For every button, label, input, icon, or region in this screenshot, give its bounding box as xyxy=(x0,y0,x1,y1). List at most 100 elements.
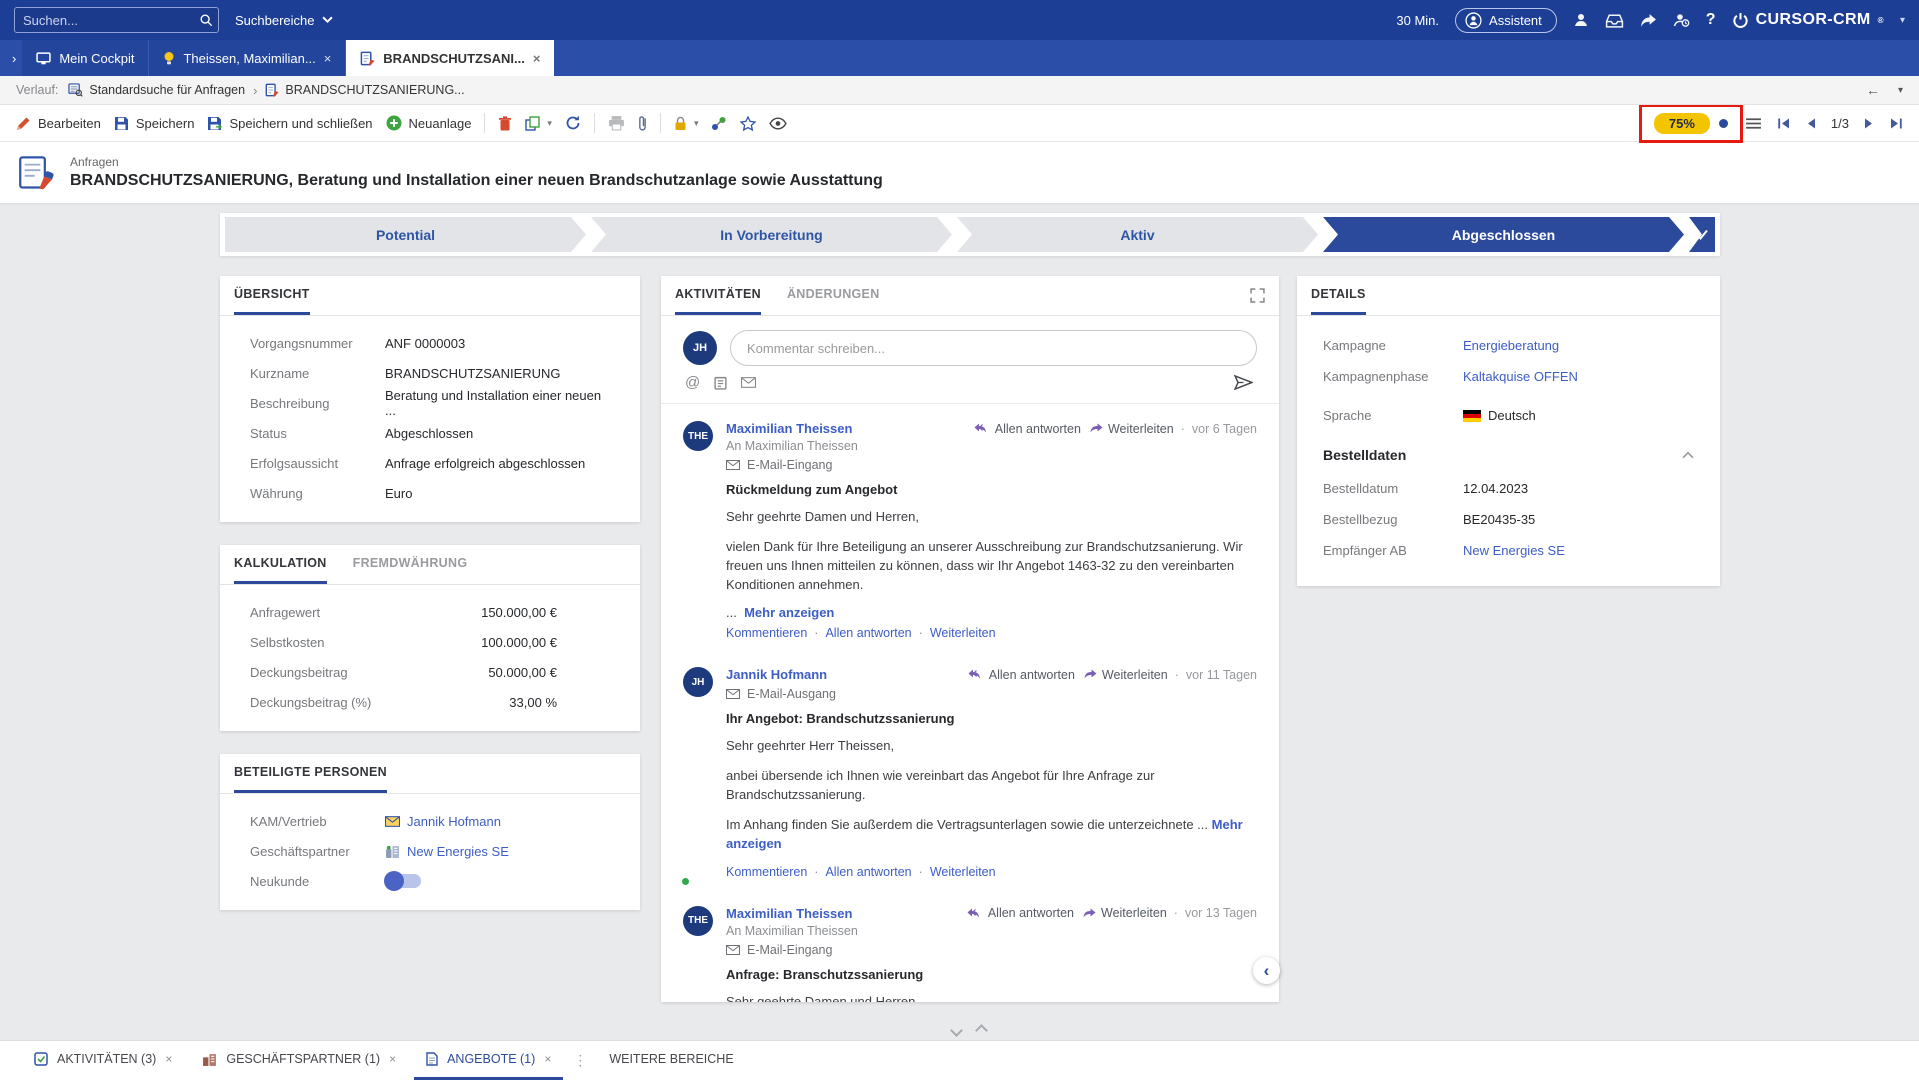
bottom-tab-aktivitaeten[interactable]: AKTIVITÄTEN (3) × xyxy=(22,1041,184,1080)
delete-icon[interactable] xyxy=(498,116,512,131)
more-sections-icon[interactable]: ⋮ xyxy=(573,1052,587,1069)
inbox-icon[interactable] xyxy=(1605,13,1624,28)
bottom-tab-weitere-bereiche[interactable]: WEITERE BEREICHE xyxy=(597,1041,745,1080)
lock-button[interactable]: ▾ xyxy=(674,116,699,131)
user-session-icon[interactable] xyxy=(1673,12,1690,28)
activity-item[interactable]: THE Maximilian Theissen Allen antworten … xyxy=(661,889,1279,1002)
speichern-und-schliessen-button[interactable]: Speichern und schließen xyxy=(207,116,372,131)
empfaenger-ab-link[interactable]: New Energies SE xyxy=(1463,543,1565,558)
lock-caret-icon[interactable]: ▾ xyxy=(694,118,699,129)
tab-scroll-icon[interactable]: › xyxy=(6,51,22,66)
breadcrumb-item-record[interactable]: BRANDSCHUTZSANIERUNG... xyxy=(265,83,464,97)
tab-theissen[interactable]: Theissen, Maximilian... × xyxy=(149,40,346,76)
send-icon[interactable] xyxy=(1234,375,1253,390)
reply-all-action[interactable]: Allen antworten xyxy=(974,422,1081,436)
last-page-icon[interactable] xyxy=(1889,117,1903,130)
forward-action[interactable]: Weiterleiten xyxy=(1081,906,1167,920)
progress-badge[interactable]: 75% xyxy=(1654,113,1710,134)
mehr-anzeigen-link[interactable]: Mehr anzeigen xyxy=(744,605,834,620)
tab-uebersicht[interactable]: ÜBERSICHT xyxy=(234,276,310,315)
stage-aktiv[interactable]: Aktiv xyxy=(957,217,1318,252)
kommentieren-link[interactable]: Kommentieren xyxy=(726,626,807,640)
speichern-button[interactable]: Speichern xyxy=(114,116,195,131)
close-icon[interactable]: × xyxy=(389,1052,396,1066)
bearbeiten-button[interactable]: Bearbeiten xyxy=(16,116,101,131)
copy-caret-icon[interactable]: ▾ xyxy=(547,118,552,129)
close-icon[interactable]: × xyxy=(533,51,541,66)
visibility-eye-icon[interactable] xyxy=(769,117,787,130)
close-icon[interactable]: × xyxy=(324,51,332,66)
kam-vertrieb-link[interactable]: Jannik Hofmann xyxy=(407,814,501,829)
business-partner-icon xyxy=(202,1053,217,1066)
allen-antworten-link[interactable]: Allen antworten xyxy=(807,865,911,879)
stage-abgeschlossen[interactable]: Abgeschlossen xyxy=(1323,217,1684,252)
splitter-down-icon[interactable] xyxy=(950,1024,963,1037)
kampagne-link[interactable]: Energieberatung xyxy=(1463,338,1559,353)
comment-input[interactable] xyxy=(730,330,1257,366)
stage-complete-check-icon[interactable] xyxy=(1689,217,1715,252)
stage-in-vorbereitung[interactable]: In Vorbereitung xyxy=(591,217,952,252)
activity-author-link[interactable]: Jannik Hofmann xyxy=(726,667,827,682)
search-areas-dropdown[interactable]: Suchbereiche xyxy=(235,13,333,28)
collapse-section-icon[interactable] xyxy=(1682,451,1694,459)
reply-all-action[interactable]: Allen antworten xyxy=(967,906,1074,920)
reply-all-action[interactable]: Allen antworten xyxy=(968,668,1075,682)
copy-button[interactable]: ▾ xyxy=(525,116,552,131)
collapse-details-button[interactable]: ‹ xyxy=(1253,957,1280,984)
allen-antworten-link[interactable]: Allen antworten xyxy=(807,626,911,640)
menu-icon[interactable] xyxy=(1745,117,1762,130)
stage-potential[interactable]: Potential xyxy=(225,217,586,252)
forward-action[interactable]: Weiterleiten xyxy=(1082,668,1168,682)
global-search[interactable] xyxy=(14,7,219,33)
kampagnenphase-link[interactable]: Kaltakquise OFFEN xyxy=(1463,369,1578,384)
activity-item[interactable]: JH Jannik Hofmann Allen antworten xyxy=(661,650,1279,888)
print-icon[interactable] xyxy=(608,115,625,131)
history-back-icon[interactable]: ← xyxy=(1866,82,1880,98)
splitter-up-icon[interactable] xyxy=(975,1024,988,1037)
weiterleiten-link[interactable]: Weiterleiten xyxy=(912,626,996,640)
tab-details[interactable]: DETAILS xyxy=(1311,276,1366,315)
task-note-icon[interactable] xyxy=(714,376,727,390)
close-icon[interactable]: × xyxy=(165,1052,172,1066)
paperclip-icon[interactable] xyxy=(638,115,647,132)
workflow-icon[interactable] xyxy=(711,116,727,131)
mention-icon[interactable]: @ xyxy=(685,374,700,391)
activity-author-link[interactable]: Maximilian Theissen xyxy=(726,421,852,436)
favorite-star-icon[interactable] xyxy=(740,116,756,131)
assistant-button[interactable]: Assistent xyxy=(1455,8,1557,33)
tab-aktivitaeten[interactable]: AKTIVITÄTEN xyxy=(675,276,761,315)
bottom-tab-geschaeftspartner[interactable]: GESCHÄFTSPARTNER (1) × xyxy=(190,1041,408,1080)
tab-aenderungen[interactable]: ÄNDERUNGEN xyxy=(787,276,880,315)
neukunde-toggle[interactable] xyxy=(385,874,421,888)
first-page-icon[interactable] xyxy=(1777,117,1791,130)
forward-action[interactable]: Weiterleiten xyxy=(1088,422,1174,436)
activity-author-link[interactable]: Maximilian Theissen xyxy=(726,906,852,921)
history-dropdown-icon[interactable]: ▾ xyxy=(1898,85,1903,96)
forward-share-icon[interactable] xyxy=(1640,13,1657,28)
expand-fullscreen-icon[interactable] xyxy=(1250,288,1265,303)
tab-kalkulation[interactable]: KALKULATION xyxy=(234,545,327,584)
prev-page-icon[interactable] xyxy=(1806,117,1816,130)
tab-fremdwaehrung[interactable]: FREMDWÄHRUNG xyxy=(353,545,468,584)
refresh-icon[interactable] xyxy=(565,115,581,131)
next-page-icon[interactable] xyxy=(1864,117,1874,130)
mail-icon[interactable] xyxy=(741,377,756,388)
search-icon[interactable] xyxy=(199,13,213,27)
brand-caret-icon[interactable]: ▾ xyxy=(1900,15,1905,26)
activity-feed[interactable]: THE Maximilian Theissen Allen antworten … xyxy=(661,404,1279,1002)
bottom-tab-angebote[interactable]: ANGEBOTE (1) × xyxy=(414,1041,563,1080)
close-icon[interactable]: × xyxy=(544,1052,551,1066)
geschaeftspartner-link[interactable]: New Energies SE xyxy=(407,844,509,859)
field-value: 12.04.2023 xyxy=(1463,481,1528,496)
user-icon[interactable] xyxy=(1573,12,1589,28)
search-input[interactable] xyxy=(23,13,199,28)
tab-mein-cockpit[interactable]: Mein Cockpit xyxy=(22,40,149,76)
kommentieren-link[interactable]: Kommentieren xyxy=(726,865,807,879)
tab-beteiligte-personen[interactable]: BETEILIGTE PERSONEN xyxy=(234,754,387,793)
help-icon[interactable]: ? xyxy=(1706,11,1716,29)
neuanlage-button[interactable]: Neuanlage xyxy=(386,115,472,131)
weiterleiten-link[interactable]: Weiterleiten xyxy=(912,865,996,879)
activity-item[interactable]: THE Maximilian Theissen Allen antworten … xyxy=(661,404,1279,650)
tab-brandschutzsanierung[interactable]: BRANDSCHUTZSANI... × xyxy=(346,40,554,76)
breadcrumb-item-search[interactable]: Standardsuche für Anfragen xyxy=(68,83,245,97)
